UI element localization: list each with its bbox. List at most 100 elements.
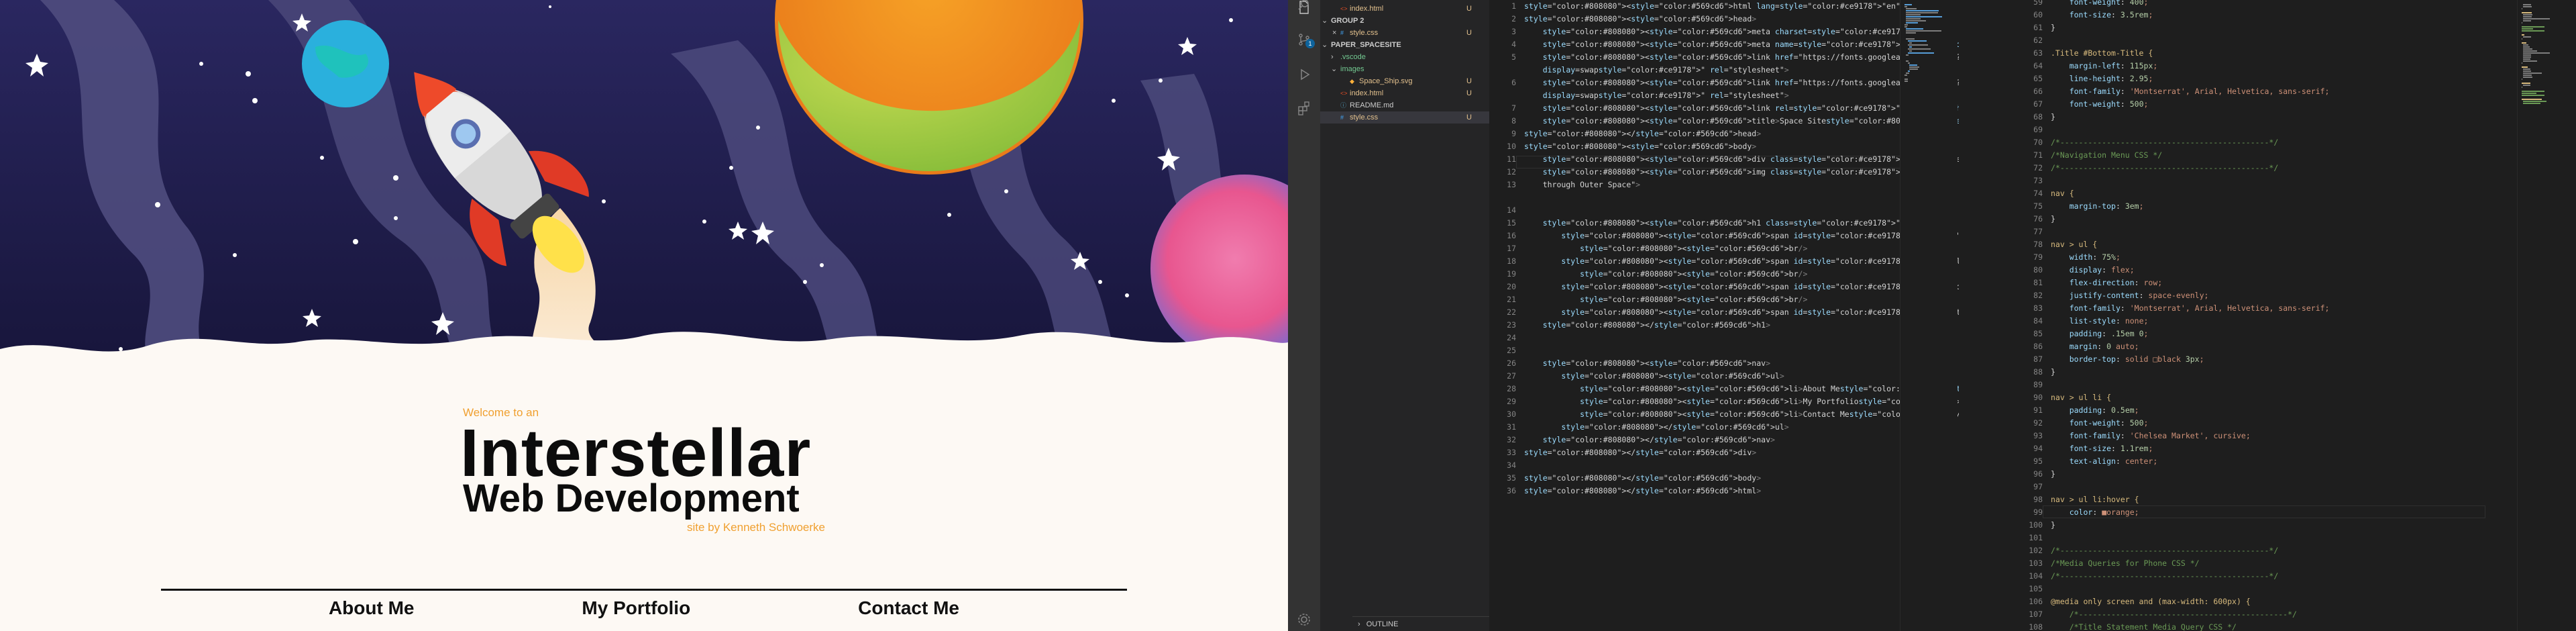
line-number: 13	[1507, 180, 1516, 189]
code-text: through Outer Space">	[1524, 180, 1641, 189]
code-editor-window: 1 <> index.html U ⌄ GROUP 2 × # style.css U ⌄ PAPE…	[1288, 0, 2576, 631]
explorer-file[interactable]: <> index.html U	[1320, 3, 1489, 15]
minimap-stroke	[1909, 42, 1912, 44]
extensions-icon[interactable]	[1297, 101, 1311, 115]
line-number: 97	[2033, 482, 2043, 491]
code-text: .Title #Bottom-Title {	[2051, 48, 2153, 58]
line-number: 93	[2033, 431, 2043, 440]
line-number: 80	[2033, 265, 2043, 275]
line-number: 3	[1511, 27, 1516, 36]
explorer-file[interactable]: <> index.html U	[1320, 87, 1489, 99]
minimap-stroke	[1906, 14, 1921, 15]
line-number: 78	[2033, 240, 2043, 249]
settings-gear-icon[interactable]	[1297, 612, 1311, 627]
minimap-stroke	[2523, 4, 2532, 5]
explorer-file[interactable]: # style.css U	[1320, 111, 1489, 124]
explorer-file[interactable]: ⓘ README.md	[1320, 99, 1489, 111]
line-number: 22	[1507, 307, 1516, 317]
code-text: style="color:#808080"></style="color:#56…	[1524, 473, 1762, 483]
close-icon[interactable]: ×	[1332, 27, 1336, 39]
explorer-item-label: index.html	[1350, 89, 1384, 97]
code-text: /*--------------------------------------…	[2051, 546, 2279, 555]
code-text: /*--------------------------------------…	[2051, 610, 2297, 619]
line-number: 59	[2033, 0, 2043, 7]
code-text: /*--------------------------------------…	[2051, 138, 2279, 147]
line-number: 26	[1507, 358, 1516, 368]
outline-label: OUTLINE	[1366, 620, 1399, 628]
code-text: style="color:#808080"><style="color:#569…	[1524, 14, 1757, 23]
minimap-stroke	[2523, 103, 2540, 104]
nav-item-contact-me[interactable]: Contact Me	[858, 597, 959, 619]
explorer-folder[interactable]: ⌄ images	[1320, 63, 1489, 75]
line-number: 89	[2033, 380, 2043, 389]
line-number: 99	[2033, 507, 2043, 517]
code-text: color: ■orange;	[2069, 507, 2139, 517]
minimap-stroke	[1906, 12, 1938, 13]
minimap-stroke	[1906, 8, 1917, 9]
minimap-stroke	[2523, 48, 2533, 50]
code-text: style="color:#808080"><style="color:#569…	[1524, 142, 1757, 151]
nav-item-about-me[interactable]: About Me	[329, 597, 415, 619]
git-status-badge: U	[1466, 89, 1472, 97]
nav-item-my-portfolio[interactable]: My Portfolio	[582, 597, 690, 619]
code-text: style="color:#808080"></style="color:#56…	[1524, 129, 1762, 138]
line-number: 2	[1511, 14, 1516, 23]
spaceship-illustration	[0, 0, 1288, 376]
code-text: style="color:#808080"></style="color:#56…	[1524, 448, 1757, 457]
code-text: width: 75%;	[2069, 252, 2121, 262]
minimap-stroke	[2523, 60, 2537, 62]
minimap-stroke	[1907, 70, 1911, 72]
code-text: line-height: 2.95;	[2069, 74, 2153, 83]
explorer-folder[interactable]: › .vscode	[1320, 51, 1489, 63]
line-number: 95	[2033, 456, 2043, 466]
minimap-stroke	[1904, 79, 1908, 80]
line-number: 104	[2029, 571, 2043, 581]
line-number: 94	[2033, 444, 2043, 453]
line-number: 15	[1507, 218, 1516, 228]
code-text: font-weight: 500;	[2069, 418, 2149, 428]
minimap-stroke	[2522, 99, 2542, 100]
line-number: 34	[1507, 460, 1516, 470]
minimap-stroke	[1906, 60, 1909, 62]
line-number: 71	[2033, 150, 2043, 160]
code-text: style="color:#808080"><style="color:#569…	[1580, 244, 1808, 253]
line-number: 19	[1507, 269, 1516, 279]
css-minimap[interactable]	[2517, 0, 2575, 631]
minimap-stroke	[2523, 72, 2542, 74]
explorer-file[interactable]: ◆ Space_Ship.svg U	[1320, 75, 1489, 87]
minimap-stroke	[1906, 30, 1941, 32]
md-file-icon: ⓘ	[1340, 102, 1347, 109]
minimap-stroke	[2522, 12, 2532, 13]
code-text: nav > ul li:hover {	[2051, 495, 2139, 504]
code-text: }	[2051, 367, 2055, 377]
minimap-stroke	[1904, 24, 1908, 26]
explorer-file[interactable]: × # style.css U	[1320, 27, 1489, 39]
minimap-stroke	[1907, 48, 1931, 50]
css-file-icon: #	[1340, 114, 1344, 121]
line-number: 83	[2033, 303, 2043, 313]
html-minimap[interactable]	[1900, 0, 1957, 631]
code-text: style="color:#808080"><style="color:#569…	[1580, 397, 1959, 406]
line-number: 5	[1511, 52, 1516, 62]
explorer-section-header[interactable]: ⌄ PAPER_SPACESITE	[1320, 39, 1489, 51]
minimap-stroke	[1906, 22, 1918, 23]
code-text: text-align: center;	[2069, 456, 2158, 466]
html-editor[interactable]: 1 style="color:#808080"><style="color:#56…	[1489, 0, 1959, 631]
search-icon[interactable]	[1297, 0, 1311, 12]
line-number: 11	[1507, 154, 1516, 164]
chevron-right-icon: ›	[1358, 620, 1360, 628]
minimap-stroke	[2522, 42, 2526, 44]
git-status-badge: U	[1466, 5, 1472, 13]
line-number: 75	[2033, 201, 2043, 211]
minimap-stroke	[1904, 26, 1908, 28]
explorer-section-header[interactable]: ⌄ GROUP 2	[1320, 15, 1489, 27]
run-debug-icon[interactable]	[1297, 67, 1311, 82]
css-editor[interactable]: 59 font-weight: 400; 60 font-size: 3.5rem…	[2016, 0, 2576, 631]
line-number: 23	[1507, 320, 1516, 330]
minimap-stroke	[1906, 20, 1926, 21]
line-number: 102	[2029, 546, 2043, 555]
explorer-item-label: .vscode	[1340, 53, 1366, 61]
minimap-stroke	[2523, 77, 2532, 78]
line-number: 84	[2033, 316, 2043, 326]
minimap-stroke	[2523, 68, 2530, 70]
